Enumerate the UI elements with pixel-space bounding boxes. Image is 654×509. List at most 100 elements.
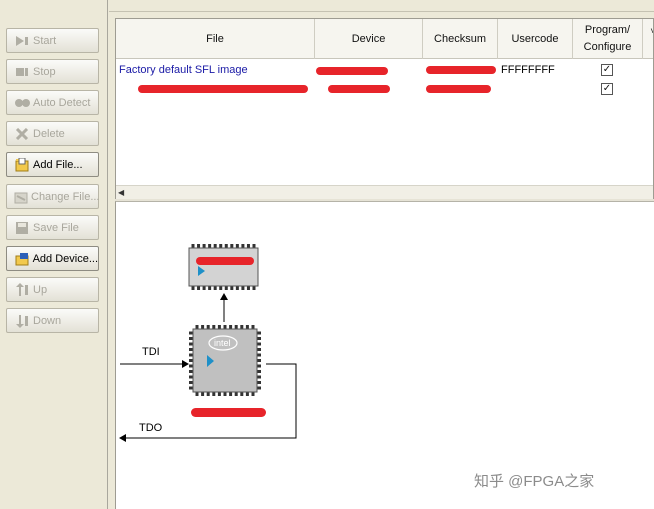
chip-pin: [212, 392, 216, 396]
scroll-left-icon[interactable]: ◀: [118, 188, 126, 197]
chip-pin: [257, 359, 261, 362]
chip-pin: [229, 392, 233, 396]
chip-pin: [219, 244, 223, 248]
auto-detect-icon: [13, 96, 31, 110]
chip-pin: [195, 392, 199, 396]
chip-pin: [251, 325, 255, 329]
tdi-arrow-icon: [182, 360, 189, 368]
chip-pin: [189, 337, 193, 340]
fpga-device-chip[interactable]: intel: [189, 325, 261, 396]
change-file-label: Change File...: [31, 190, 100, 203]
jtag-chain-diagram: intel TDI TDO 知乎 @FPGA之家: [115, 201, 654, 509]
chip-pin: [229, 325, 233, 329]
down-button[interactable]: Down: [6, 308, 99, 333]
auto-detect-button[interactable]: Auto Detect: [6, 90, 99, 115]
tdo-label: TDO: [139, 422, 163, 434]
redacted-file-path: [138, 85, 308, 93]
chip-pin: [197, 244, 201, 248]
chip-pin: [230, 286, 234, 290]
chip-pin: [235, 286, 239, 290]
start-icon: [13, 34, 31, 48]
column-device[interactable]: Device: [315, 19, 423, 59]
add-file-button[interactable]: Add File...: [6, 152, 99, 177]
chip-pin: [202, 286, 206, 290]
horizontal-scrollbar[interactable]: ◀: [116, 185, 653, 199]
add-file-icon: [13, 157, 31, 172]
chip-pin: [189, 375, 193, 379]
redacted-device-label: [191, 408, 266, 417]
start-button[interactable]: Start: [6, 28, 99, 53]
tdi-label: TDI: [142, 346, 160, 358]
usercode-value: FFFFFFFF: [501, 64, 555, 76]
chip-pin: [217, 392, 221, 396]
chip-pin: [235, 244, 239, 248]
stop-button[interactable]: Stop: [6, 59, 99, 84]
redacted-checksum: [426, 66, 496, 74]
column-checksum[interactable]: Checksum: [423, 19, 498, 59]
chip-pin: [257, 348, 261, 351]
chip-pin: [252, 286, 256, 290]
add-device-button[interactable]: Add Device...: [6, 246, 99, 271]
redacted-device: [328, 85, 390, 93]
chip-pin: [223, 392, 227, 396]
delete-button[interactable]: Delete: [6, 121, 99, 146]
chip-pin: [240, 325, 244, 329]
chip-pin: [201, 392, 205, 396]
redacted-device-name: [196, 257, 254, 265]
redacted-checksum: [426, 85, 491, 93]
column-program-configure[interactable]: Program/ Configure: [573, 19, 643, 59]
chip-pin: [224, 244, 228, 248]
table-row[interactable]: Factory default SFL image FFFFFFFF ✓: [116, 61, 653, 79]
flash-device-chip[interactable]: [188, 244, 259, 290]
chip-pin: [189, 348, 193, 351]
device-file-table: File Device Checksum Usercode Program/ C…: [115, 18, 654, 200]
save-file-label: Save File: [33, 221, 79, 234]
chip-pin: [230, 244, 234, 248]
down-label: Down: [33, 314, 62, 327]
delete-label: Delete: [33, 127, 65, 140]
save-file-icon: [13, 221, 31, 235]
chip-pin: [189, 370, 193, 373]
tdo-arrow-icon: [119, 434, 126, 442]
chip-pin: [257, 386, 261, 390]
chip-pin: [197, 286, 201, 290]
chip-pin: [202, 244, 206, 248]
stop-icon: [13, 65, 31, 79]
chip-pin: [189, 386, 193, 390]
file-name: Factory default SFL image: [119, 64, 248, 76]
redacted-device: [316, 67, 388, 75]
add-file-label: Add File...: [33, 158, 83, 171]
table-header: File Device Checksum Usercode Program/ C…: [116, 19, 653, 59]
chip-pin: [257, 342, 261, 346]
programmer-toolbar: Start Stop Auto Detect Delete Add File..…: [0, 0, 108, 509]
chip-pin: [245, 392, 249, 396]
column-more-icon: ˅: [650, 23, 653, 40]
chip-pin: [257, 337, 261, 340]
chip-pin: [257, 375, 261, 379]
chip-pin: [201, 325, 205, 329]
program-header-line1: Program/: [584, 24, 631, 36]
chip-pin: [191, 244, 195, 248]
chip-pin: [217, 325, 221, 329]
chip-pin: [246, 244, 250, 248]
program-checkbox[interactable]: ✓: [601, 61, 615, 79]
up-button[interactable]: Up: [6, 277, 99, 302]
chip-pin: [212, 325, 216, 329]
column-more[interactable]: ˅: [643, 19, 653, 59]
chip-pin: [208, 244, 212, 248]
add-device-icon: [13, 252, 31, 266]
chip-pin: [245, 325, 249, 329]
chip-pin: [241, 244, 245, 248]
change-file-button[interactable]: Change File...: [6, 184, 99, 209]
auto-detect-label: Auto Detect: [33, 96, 91, 109]
column-file[interactable]: File: [116, 19, 315, 59]
table-row[interactable]: ✓: [116, 80, 653, 98]
save-file-button[interactable]: Save File: [6, 215, 99, 240]
program-header-line2: Configure: [583, 41, 632, 53]
chip-pin: [241, 286, 245, 290]
delete-icon: [13, 127, 31, 141]
program-checkbox[interactable]: ✓: [601, 80, 615, 98]
chip-logo-text: intel: [214, 338, 231, 348]
column-usercode[interactable]: Usercode: [498, 19, 573, 59]
chip-pin: [246, 286, 250, 290]
